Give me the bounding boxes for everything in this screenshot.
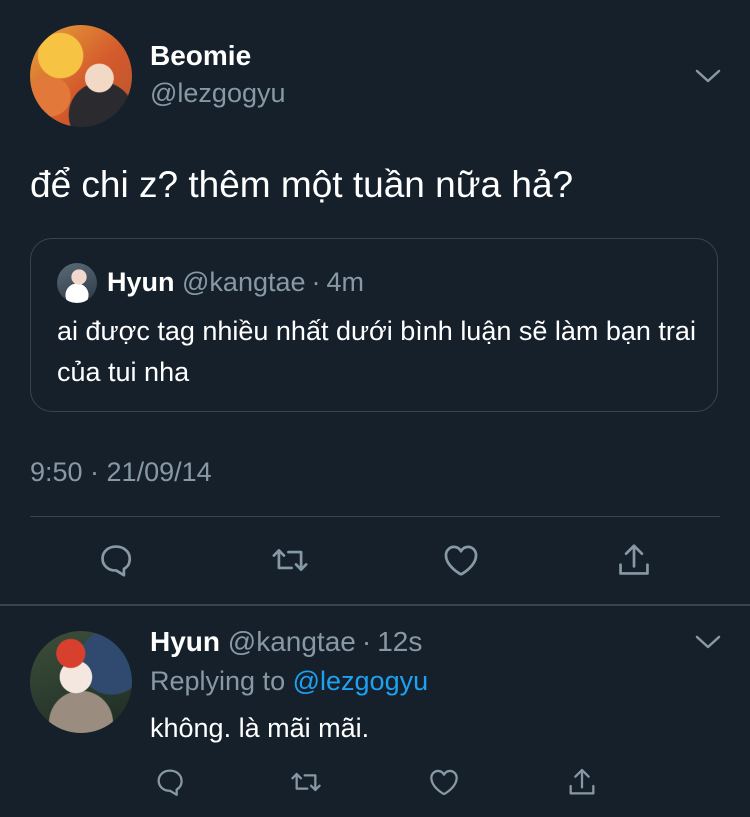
author-name[interactable]: Beomie	[150, 40, 251, 72]
chevron-down-icon[interactable]	[695, 68, 721, 84]
replying-to-label: Replying to	[150, 666, 286, 696]
reply-tweet[interactable]: Hyun @kangtae · 12s Replying to @lezgogyu …	[0, 606, 750, 817]
reply-author-handle[interactable]: @kangtae	[228, 626, 356, 657]
share-icon[interactable]	[562, 762, 602, 802]
reply-icon[interactable]	[150, 762, 190, 802]
author-avatar[interactable]	[30, 25, 132, 127]
like-icon[interactable]	[424, 762, 464, 802]
reply-icon[interactable]	[96, 540, 136, 580]
reply-author-avatar[interactable]	[30, 631, 132, 733]
dot-separator: ·	[311, 267, 321, 297]
quoted-tweet[interactable]: Hyun @kangtae · 4m ai được tag nhiều nhất …	[30, 238, 718, 412]
quoted-tweet-header: Hyun @kangtae · 4m	[107, 267, 364, 298]
chevron-down-icon[interactable]	[695, 634, 721, 650]
quoted-author-avatar[interactable]	[57, 263, 97, 303]
reply-time: 12s	[377, 626, 423, 657]
replying-to-line: Replying to @lezgogyu	[150, 666, 428, 697]
dot-separator: ·	[361, 626, 372, 657]
divider	[30, 516, 720, 517]
quoted-author-name[interactable]: Hyun	[107, 267, 175, 297]
main-tweet: Beomie @lezgogyu để chi z? thêm một tuần…	[0, 0, 750, 606]
like-icon[interactable]	[441, 540, 481, 580]
share-icon[interactable]	[614, 540, 654, 580]
quoted-tweet-text: ai được tag nhiều nhất dưới bình luận sẽ…	[57, 316, 696, 387]
quoted-tweet-time: 4m	[326, 267, 365, 297]
author-handle[interactable]: @lezgogyu	[150, 78, 286, 109]
tweet-text: để chi z? thêm một tuần nữa hả?	[30, 164, 574, 205]
tweet-timestamp[interactable]: 9:50 · 21/09/14	[30, 457, 212, 488]
reply-text: không. là mãi mãi.	[150, 713, 370, 743]
reply-header: Hyun @kangtae · 12s	[150, 626, 422, 658]
retweet-icon[interactable]	[270, 540, 310, 580]
replying-to-link[interactable]: @lezgogyu	[293, 666, 429, 696]
reply-author-name[interactable]: Hyun	[150, 626, 220, 657]
retweet-icon[interactable]	[286, 762, 326, 802]
quoted-author-handle[interactable]: @kangtae	[182, 267, 306, 297]
